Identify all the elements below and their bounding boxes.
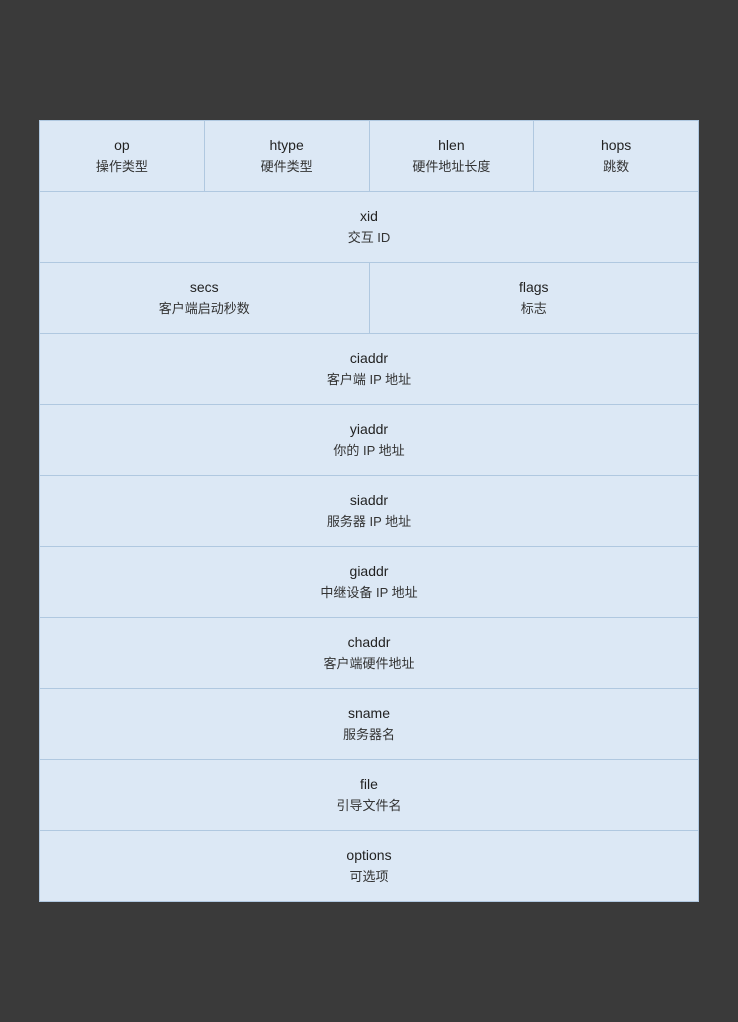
op-name: op xyxy=(114,134,130,156)
file-name: file xyxy=(360,773,378,795)
hops-name: hops xyxy=(601,134,631,156)
cell-siaddr: siaddr 服务器 IP 地址 xyxy=(40,476,698,546)
cell-secs: secs 客户端启动秒数 xyxy=(40,263,370,333)
giaddr-desc: 中继设备 IP 地址 xyxy=(320,583,417,604)
ciaddr-desc: 客户端 IP 地址 xyxy=(327,370,411,391)
ciaddr-name: ciaddr xyxy=(350,347,388,369)
row-chaddr: chaddr 客户端硬件地址 xyxy=(40,618,698,689)
htype-desc: 硬件类型 xyxy=(261,157,313,178)
row-giaddr: giaddr 中继设备 IP 地址 xyxy=(40,547,698,618)
op-desc: 操作类型 xyxy=(96,157,148,178)
cell-chaddr: chaddr 客户端硬件地址 xyxy=(40,618,698,688)
sname-name: sname xyxy=(348,702,390,724)
chaddr-name: chaddr xyxy=(348,631,391,653)
cell-flags: flags 标志 xyxy=(370,263,699,333)
secs-name: secs xyxy=(190,276,219,298)
row-yiaddr: yiaddr 你的 IP 地址 xyxy=(40,405,698,476)
cell-file: file 引导文件名 xyxy=(40,760,698,830)
row-file: file 引导文件名 xyxy=(40,760,698,831)
sname-desc: 服务器名 xyxy=(343,725,395,746)
row-ciaddr: ciaddr 客户端 IP 地址 xyxy=(40,334,698,405)
cell-ciaddr: ciaddr 客户端 IP 地址 xyxy=(40,334,698,404)
dhcp-packet-diagram: op 操作类型 htype 硬件类型 hlen 硬件地址长度 hops 跳数 x… xyxy=(39,120,699,902)
flags-desc: 标志 xyxy=(521,299,547,320)
row-header: op 操作类型 htype 硬件类型 hlen 硬件地址长度 hops 跳数 xyxy=(40,121,698,192)
cell-yiaddr: yiaddr 你的 IP 地址 xyxy=(40,405,698,475)
siaddr-name: siaddr xyxy=(350,489,388,511)
options-desc: 可选项 xyxy=(349,867,388,888)
siaddr-desc: 服务器 IP 地址 xyxy=(327,512,411,533)
hops-desc: 跳数 xyxy=(603,157,629,178)
secs-desc: 客户端启动秒数 xyxy=(159,299,250,320)
htype-name: htype xyxy=(270,134,304,156)
xid-desc: 交互 ID xyxy=(348,228,391,249)
hlen-desc: 硬件地址长度 xyxy=(412,157,490,178)
row-secs-flags: secs 客户端启动秒数 flags 标志 xyxy=(40,263,698,334)
options-name: options xyxy=(346,844,391,866)
cell-op: op 操作类型 xyxy=(40,121,205,191)
xid-name: xid xyxy=(360,205,378,227)
hlen-name: hlen xyxy=(438,134,464,156)
cell-hops: hops 跳数 xyxy=(534,121,698,191)
cell-options: options 可选项 xyxy=(40,831,698,901)
cell-sname: sname 服务器名 xyxy=(40,689,698,759)
cell-htype: htype 硬件类型 xyxy=(205,121,370,191)
row-options: options 可选项 xyxy=(40,831,698,901)
yiaddr-desc: 你的 IP 地址 xyxy=(333,441,404,462)
row-siaddr: siaddr 服务器 IP 地址 xyxy=(40,476,698,547)
cell-giaddr: giaddr 中继设备 IP 地址 xyxy=(40,547,698,617)
row-sname: sname 服务器名 xyxy=(40,689,698,760)
file-desc: 引导文件名 xyxy=(336,796,401,817)
cell-hlen: hlen 硬件地址长度 xyxy=(370,121,535,191)
row-xid: xid 交互 ID xyxy=(40,192,698,263)
flags-name: flags xyxy=(519,276,549,298)
cell-xid: xid 交互 ID xyxy=(40,192,698,262)
chaddr-desc: 客户端硬件地址 xyxy=(323,654,414,675)
yiaddr-name: yiaddr xyxy=(350,418,388,440)
giaddr-name: giaddr xyxy=(350,560,389,582)
